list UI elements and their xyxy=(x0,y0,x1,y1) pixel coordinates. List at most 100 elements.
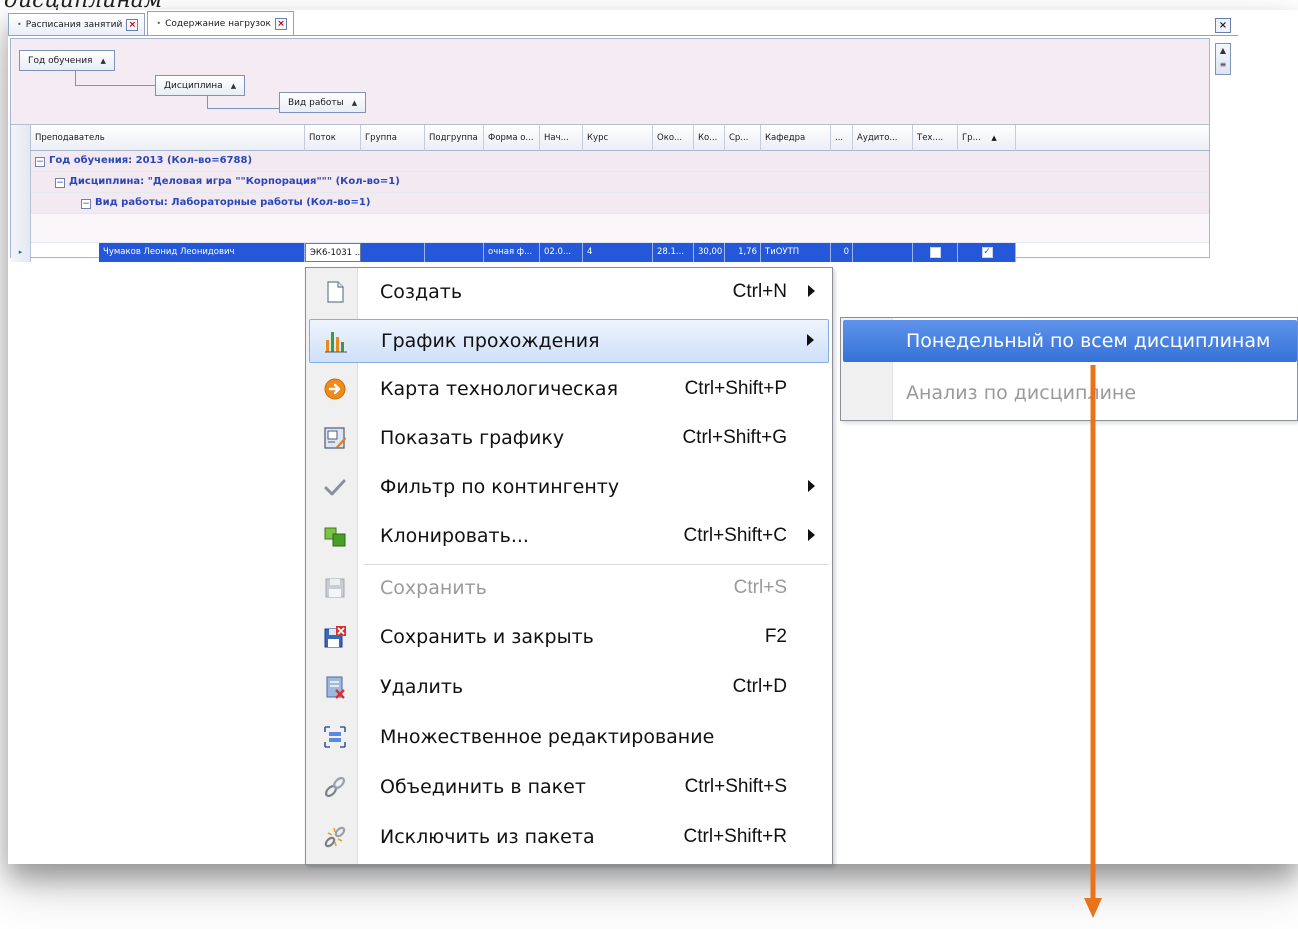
scroll-up-button[interactable]: ▲ ≡ xyxy=(1215,43,1231,75)
column-header[interactable]: Аудито... xyxy=(853,125,913,151)
column-header[interactable]: Поток xyxy=(305,125,361,151)
menu-item-shortcut: F2 xyxy=(764,626,787,647)
tab-schedule[interactable]: • Расписания занятий × xyxy=(8,13,146,35)
menu-item-shortcut: Ctrl+D xyxy=(732,676,787,697)
menu-item-show-graphics[interactable]: Показать графику Ctrl+Shift+G xyxy=(309,417,829,461)
submenu-arrow-icon xyxy=(807,334,814,346)
cell-graph[interactable]: ✓ xyxy=(958,243,1016,262)
collapse-icon[interactable]: − xyxy=(55,178,65,188)
menu-item-multi-edit[interactable]: Множественное редактирование xyxy=(309,716,829,760)
menu-item-contingent-filter[interactable]: Фильтр по контингенту xyxy=(309,466,829,510)
group-chip-work-type[interactable]: Вид работы ▲ xyxy=(279,92,367,113)
cell-auditorium[interactable] xyxy=(853,243,913,262)
menu-item-shortcut: Ctrl+S xyxy=(733,577,787,598)
group-row-discipline[interactable]: − Дисциплина: "Деловая игра ""Корпорация"… xyxy=(11,172,1209,193)
submenu-item-weekly-all[interactable]: Понедельный по всем дисциплинам xyxy=(843,320,1297,362)
table-row[interactable]: ▸ Чумаков Леонид Леонидович ЭК6-1031 ...… xyxy=(11,243,1209,262)
column-header[interactable]: Тех.... xyxy=(913,125,958,151)
save-close-icon xyxy=(324,626,346,648)
collapse-icon[interactable]: − xyxy=(35,157,45,167)
menu-item-join-package[interactable]: Объединить в пакет Ctrl+Shift+S xyxy=(309,766,829,810)
column-header[interactable]: Ср... xyxy=(725,125,761,151)
menu-item-label: Объединить в пакет xyxy=(380,776,586,798)
column-header[interactable]: Подгруппа xyxy=(425,125,484,151)
tab-close-icon[interactable]: × xyxy=(126,18,139,31)
menu-item-delete[interactable]: Удалить Ctrl+D xyxy=(309,666,829,710)
new-document-icon xyxy=(327,281,344,303)
column-header[interactable]: Ко... xyxy=(694,125,725,151)
group-row-label: Год обучения: 2013 (Кол-во=6788) xyxy=(49,155,253,166)
tab-close-icon[interactable]: × xyxy=(275,17,287,30)
menu-item-label: Карта технологическая xyxy=(380,378,619,400)
column-header[interactable]: Кафедра xyxy=(761,125,831,151)
menu-item-shortcut: Ctrl+Shift+S xyxy=(684,776,787,797)
checkmark-icon xyxy=(324,479,346,496)
group-row-spacer xyxy=(11,214,1209,243)
menu-item-label: Удалить xyxy=(380,676,464,698)
delete-document-icon xyxy=(326,676,345,699)
menu-item-label: Множественное редактирование xyxy=(380,726,715,748)
document-tabs: • Расписания занятий × • Содержание нагр… xyxy=(8,10,1238,36)
menu-item-label: Исключить из пакета xyxy=(380,826,595,848)
menu-item-exclude-package[interactable]: Исключить из пакета Ctrl+Shift+R xyxy=(309,816,829,860)
group-row-label: Дисциплина: "Деловая игра ""Корпорация""… xyxy=(69,176,400,187)
group-connector xyxy=(207,96,279,109)
menu-item-save-close[interactable]: Сохранить и закрыть F2 xyxy=(309,616,829,660)
tab-workload[interactable]: • Содержание нагрузок × xyxy=(147,11,294,35)
checkbox-checked-icon[interactable]: ✓ xyxy=(981,247,993,258)
cell-department[interactable]: ТиОУТП xyxy=(761,243,831,262)
column-header[interactable]: Око... xyxy=(653,125,694,151)
cell-course[interactable]: 4 xyxy=(583,243,653,262)
submenu-schedule-progress: Понедельный по всем дисциплинам Анализ п… xyxy=(840,317,1298,421)
menu-item-create[interactable]: Создать Ctrl+N xyxy=(309,271,829,315)
submenu-arrow-icon xyxy=(808,480,815,492)
column-header[interactable]: Группа xyxy=(361,125,425,151)
cell-teacher[interactable]: Чумаков Леонид Леонидович xyxy=(99,243,305,262)
collapse-icon[interactable]: − xyxy=(81,199,91,209)
menu-item-label: Клонировать... xyxy=(380,525,529,547)
submenu-item-discipline-analysis[interactable]: Анализ по дисциплине xyxy=(843,372,1297,414)
tab-label: Содержание нагрузок xyxy=(165,18,271,29)
cell-count[interactable]: 30,00 xyxy=(694,243,725,262)
menu-item-label: Создать xyxy=(380,281,463,303)
menu-item-clone[interactable]: Клонировать... Ctrl+Shift+C xyxy=(309,515,829,559)
column-header[interactable]: Форма о... xyxy=(484,125,540,151)
group-chip-year[interactable]: Год обучения ▲ xyxy=(19,50,115,71)
column-header[interactable]: Преподаватель xyxy=(31,125,305,151)
column-header[interactable]: Курс xyxy=(583,125,653,151)
cell-group[interactable] xyxy=(361,243,425,262)
menu-item-label: Сохранить xyxy=(380,577,487,599)
cell-stream[interactable]: ЭК6-1031 ... xyxy=(305,243,361,262)
group-row-work-type[interactable]: − Вид работы: Лабораторные работы (Кол-во… xyxy=(11,193,1209,214)
cell-extra[interactable]: 0 xyxy=(831,243,853,262)
sort-asc-icon: ▲ xyxy=(351,98,358,107)
menu-item-label: Сохранить и закрыть xyxy=(380,626,594,648)
menu-separator xyxy=(364,564,829,565)
checkbox-unchecked-icon[interactable] xyxy=(930,247,941,258)
group-row-year[interactable]: − Год обучения: 2013 (Кол-во=6788) xyxy=(11,151,1209,172)
menu-item-label: Фильтр по контингенту xyxy=(380,476,620,498)
menu-item-save[interactable]: Сохранить Ctrl+S xyxy=(309,567,829,611)
menu-item-schedule-progress[interactable]: График прохождения xyxy=(309,319,829,363)
menu-item-label: График прохождения xyxy=(381,330,600,352)
column-header[interactable]: Нач... xyxy=(540,125,583,151)
cell-end[interactable]: 28.1... xyxy=(653,243,694,262)
close-icon[interactable]: × xyxy=(1215,18,1231,33)
cell-start[interactable]: 02.0... xyxy=(540,243,583,262)
cell-subgroup[interactable] xyxy=(425,243,484,262)
cell-tech[interactable] xyxy=(913,243,958,262)
menu-item-tech-map[interactable]: Карта технологическая Ctrl+Shift+P xyxy=(309,368,829,412)
orange-circle-arrow-icon xyxy=(324,378,346,400)
column-header[interactable]: Гр... ▲ xyxy=(958,125,1016,151)
column-header[interactable]: ... xyxy=(831,125,853,151)
data-grid: Год обучения ▲ Дисциплина ▲ Вид работы ▲… xyxy=(10,38,1210,262)
sort-asc-icon: ▲ xyxy=(991,134,997,142)
tab-dot-icon: • xyxy=(156,19,162,28)
group-connector xyxy=(75,71,155,86)
broken-chain-icon xyxy=(324,826,346,848)
cell-avg[interactable]: 1,76 xyxy=(725,243,761,262)
menu-item-shortcut: Ctrl+N xyxy=(732,281,787,302)
menu-item-shortcut: Ctrl+Shift+G xyxy=(682,427,787,448)
cell-form[interactable]: очная ф... xyxy=(484,243,540,262)
group-chip-discipline[interactable]: Дисциплина ▲ xyxy=(155,75,246,96)
